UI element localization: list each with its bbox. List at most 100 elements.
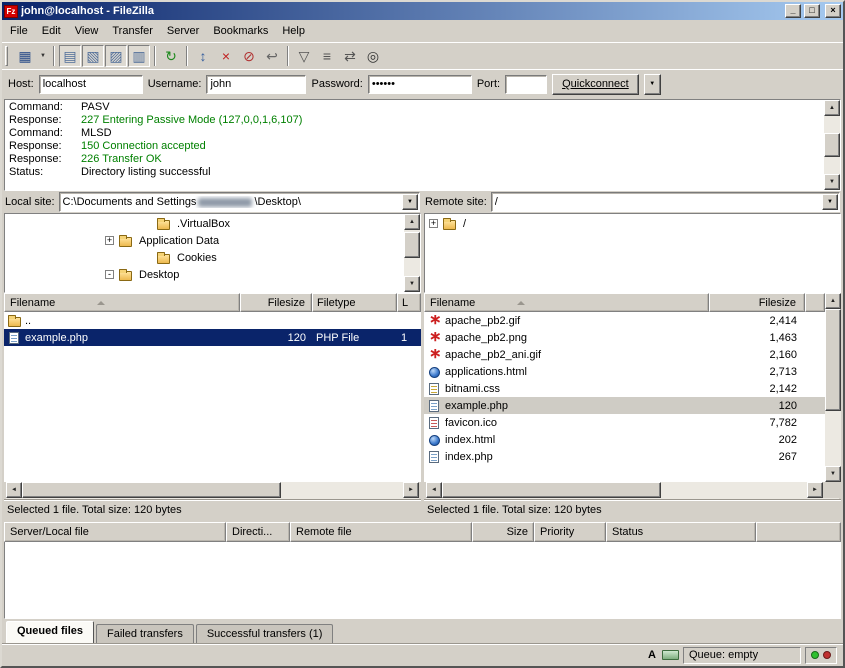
- file-row[interactable]: bitnami.css 2,142: [424, 380, 825, 397]
- tree-item[interactable]: - Desktop: [5, 266, 404, 283]
- local-treeview-toggle-icon[interactable]: ▧: [82, 45, 104, 67]
- file-row[interactable]: apache_pb2.gif 2,414: [424, 312, 825, 329]
- scroll-thumb[interactable]: [404, 232, 420, 258]
- scroll-left-icon[interactable]: ◄: [6, 482, 22, 498]
- scroll-up-icon[interactable]: ▲: [825, 293, 841, 309]
- directory-comparison-icon[interactable]: ≡: [316, 45, 338, 67]
- process-queue-icon[interactable]: ↕: [192, 45, 214, 67]
- toolbar-grip-handle[interactable]: [5, 46, 8, 66]
- file-row[interactable]: apache_pb2_ani.gif 2,160: [424, 346, 825, 363]
- column-header-filesize[interactable]: Filesize: [240, 293, 312, 312]
- log-line-text: 227 Entering Passive Mode (127,0,0,1,6,1…: [81, 114, 302, 127]
- password-input[interactable]: [368, 75, 472, 94]
- port-input[interactable]: [505, 75, 547, 94]
- combo-dropdown-icon[interactable]: ▼: [822, 194, 838, 210]
- file-row[interactable]: applications.html 2,713: [424, 363, 825, 380]
- scroll-left-icon[interactable]: ◄: [426, 482, 442, 498]
- site-manager-icon[interactable]: ▦: [14, 45, 36, 67]
- column-header-direction[interactable]: Directi...: [226, 522, 290, 542]
- column-header-filesize[interactable]: Filesize: [709, 293, 805, 312]
- site-manager-dropdown-icon[interactable]: ▼: [37, 45, 49, 67]
- remote-status-text: Selected 1 file. Total size: 120 bytes: [424, 499, 841, 519]
- tree-expander-icon[interactable]: +: [429, 219, 438, 228]
- filesize: 120: [709, 400, 805, 412]
- combo-dropdown-icon[interactable]: ▼: [402, 194, 418, 210]
- column-header-priority[interactable]: Priority: [534, 522, 606, 542]
- synchronized-browsing-icon[interactable]: ⇄: [339, 45, 361, 67]
- log-scrollbar[interactable]: ▲ ▼: [824, 100, 840, 190]
- remote-site-combo[interactable]: / ▼: [491, 192, 840, 212]
- scroll-right-icon[interactable]: ►: [403, 482, 419, 498]
- remote-list-scrollbar[interactable]: ▲ ▼: [825, 293, 841, 482]
- remote-list-hscrollbar[interactable]: ◄ ►: [426, 482, 839, 499]
- tab-successful-transfers[interactable]: Successful transfers (1): [196, 624, 334, 643]
- host-input[interactable]: [39, 75, 143, 94]
- close-button[interactable]: ×: [825, 4, 841, 18]
- menu-file[interactable]: File: [3, 21, 35, 41]
- column-header-lastmodified[interactable]: L: [397, 293, 421, 312]
- column-header-filename[interactable]: Filename: [4, 293, 240, 312]
- maximize-button[interactable]: □: [804, 4, 820, 18]
- minimize-button[interactable]: _: [785, 4, 801, 18]
- file-row[interactable]: index.html 202: [424, 431, 825, 448]
- column-header-filetype[interactable]: Filetype: [312, 293, 397, 312]
- tree-item[interactable]: + /: [425, 215, 840, 232]
- column-header-status[interactable]: Status: [606, 522, 756, 542]
- column-header-remote-file[interactable]: Remote file: [290, 522, 472, 542]
- username-input[interactable]: [206, 75, 306, 94]
- folder-icon: [157, 254, 170, 264]
- local-site-combo[interactable]: C:\Documents and Settings\Desktop\ ▼: [59, 192, 420, 212]
- file-row[interactable]: favicon.ico 7,782: [424, 414, 825, 431]
- tree-expander-icon[interactable]: -: [105, 270, 114, 279]
- menu-transfer[interactable]: Transfer: [105, 21, 160, 41]
- reconnect-icon[interactable]: ↩: [261, 45, 283, 67]
- remote-directory-tree: + /: [424, 213, 841, 293]
- scroll-up-icon[interactable]: ▲: [824, 100, 840, 116]
- menu-server[interactable]: Server: [160, 21, 206, 41]
- message-log-toggle-icon[interactable]: ▤: [59, 45, 81, 67]
- filter-icon[interactable]: ▽: [293, 45, 315, 67]
- tab-queued-files[interactable]: Queued files: [6, 621, 94, 643]
- folder-icon: [157, 220, 170, 230]
- column-header-size[interactable]: Size: [472, 522, 534, 542]
- tree-item[interactable]: Cookies: [5, 249, 404, 266]
- transfer-queue-toggle-icon[interactable]: ▥: [128, 45, 150, 67]
- scroll-down-icon[interactable]: ▼: [404, 276, 420, 292]
- scroll-down-icon[interactable]: ▼: [825, 466, 841, 482]
- tree-expander-icon[interactable]: +: [105, 236, 114, 245]
- titlebar[interactable]: Fz john@localhost - FileZilla _ □ ×: [2, 2, 843, 20]
- scroll-thumb[interactable]: [824, 133, 840, 156]
- cancel-icon[interactable]: ×: [215, 45, 237, 67]
- file-row[interactable]: example.php 120 PHP File 1: [4, 329, 421, 346]
- scroll-down-icon[interactable]: ▼: [824, 174, 840, 190]
- tree-item[interactable]: .VirtualBox: [5, 215, 404, 232]
- disconnect-icon[interactable]: ⊘: [238, 45, 260, 67]
- menu-view[interactable]: View: [68, 21, 106, 41]
- refresh-icon[interactable]: ↻: [160, 45, 182, 67]
- file-row[interactable]: example.php 120: [424, 397, 825, 414]
- scroll-thumb[interactable]: [22, 482, 281, 498]
- file-row[interactable]: apache_pb2.png 1,463: [424, 329, 825, 346]
- php-icon: [9, 332, 19, 344]
- column-header-filename[interactable]: Filename: [424, 293, 709, 312]
- menu-bookmarks[interactable]: Bookmarks: [206, 21, 275, 41]
- sort-ascending-icon: [97, 301, 105, 305]
- local-list-hscrollbar[interactable]: ◄ ►: [6, 482, 419, 499]
- find-files-icon[interactable]: ◎: [362, 45, 384, 67]
- filename: index.php: [445, 451, 493, 463]
- menu-help[interactable]: Help: [275, 21, 312, 41]
- scroll-right-icon[interactable]: ►: [807, 482, 823, 498]
- local-tree-scrollbar[interactable]: ▲ ▼: [404, 214, 420, 292]
- tab-failed-transfers[interactable]: Failed transfers: [96, 624, 194, 643]
- remote-treeview-toggle-icon[interactable]: ▨: [105, 45, 127, 67]
- menu-edit[interactable]: Edit: [35, 21, 68, 41]
- scroll-up-icon[interactable]: ▲: [404, 214, 420, 230]
- quickconnect-dropdown-icon[interactable]: ▼: [644, 74, 661, 95]
- scroll-thumb[interactable]: [825, 309, 841, 411]
- tree-item[interactable]: + Application Data: [5, 232, 404, 249]
- quickconnect-button[interactable]: Quickconnect: [552, 74, 639, 95]
- file-row[interactable]: ..: [4, 312, 421, 329]
- column-header-server-local-file[interactable]: Server/Local file: [4, 522, 226, 542]
- file-row[interactable]: index.php 267: [424, 448, 825, 465]
- scroll-thumb[interactable]: [442, 482, 661, 498]
